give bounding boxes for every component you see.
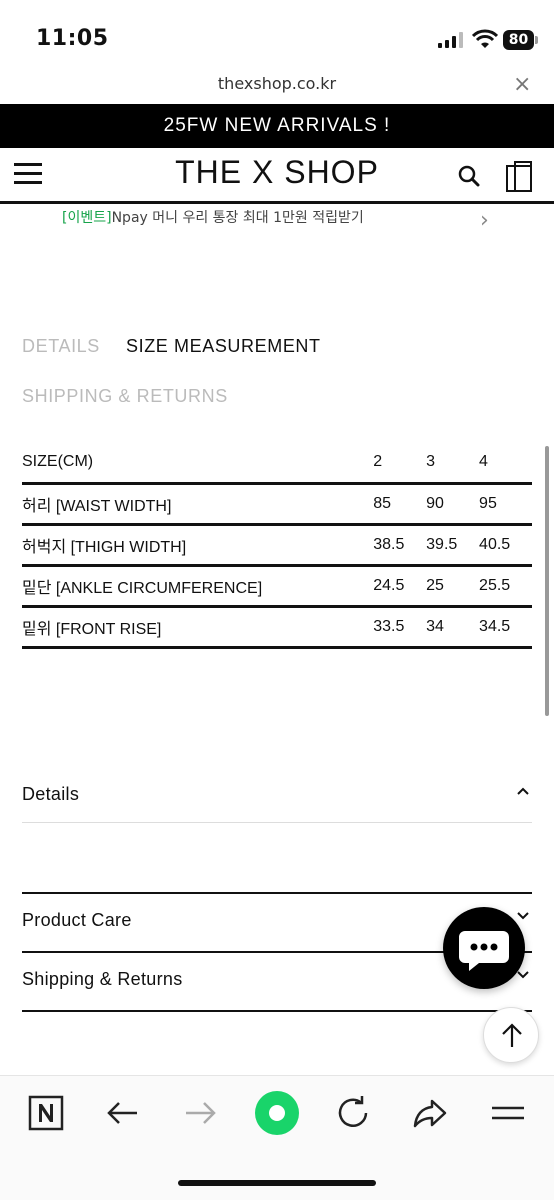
table-cell: 34.5 [479, 604, 532, 649]
table-row: 허벅지 [THIGH WIDTH] 38.5 39.5 40.5 [22, 522, 532, 565]
header-divider [0, 201, 554, 204]
naver-icon[interactable] [26, 1093, 66, 1133]
back-arrow-icon[interactable] [103, 1093, 143, 1133]
forward-arrow-icon[interactable] [180, 1093, 220, 1133]
table-cell: 39.5 [426, 522, 480, 565]
table-row: 허리 [WAIST WIDTH] 85 90 95 [22, 481, 532, 524]
table-cell: 밑위 [FRONT RISE] [22, 604, 374, 649]
shopping-bag-icon[interactable] [505, 160, 533, 192]
table-header-cell: 4 [479, 452, 488, 470]
table-cell: 34 [426, 604, 480, 649]
event-text: Npay 머니 우리 통장 최대 1만원 적립받기 [111, 210, 364, 226]
battery-icon: 80 [503, 30, 538, 50]
table-header-cell: 3 [426, 452, 436, 470]
tab-details[interactable]: DETAILS [22, 336, 100, 357]
accordion-shipping-returns[interactable]: Shipping & Returns [22, 969, 183, 990]
chat-button[interactable] [443, 907, 525, 989]
menu-icon[interactable] [488, 1093, 528, 1133]
table-cell: 25.5 [479, 563, 532, 606]
cellular-signal-icon [438, 32, 463, 48]
table-row: 밑단 [ANKLE CIRCUMFERENCE] 24.5 25 25.5 [22, 563, 532, 606]
tab-size-measurement[interactable]: SIZE MEASUREMENT [126, 336, 321, 357]
table-cell: 밑단 [ANKLE CIRCUMFERENCE] [22, 563, 374, 606]
close-icon[interactable]: × [513, 72, 531, 97]
divider [22, 1010, 532, 1012]
chevron-up-icon[interactable] [515, 783, 531, 799]
table-header-row: SIZE(CM) 2 3 4 [22, 442, 532, 483]
table-cell: 허리 [WAIST WIDTH] [22, 481, 374, 524]
divider [22, 892, 532, 894]
table-cell: 24.5 [373, 563, 427, 606]
table-row: 밑위 [FRONT RISE] 33.5 34 34.5 [22, 604, 532, 649]
tab-shipping-returns[interactable]: SHIPPING & RETURNS [22, 386, 228, 407]
share-icon[interactable] [410, 1093, 450, 1133]
event-tag: [이벤트] [62, 210, 112, 226]
green-dot-icon[interactable] [253, 1089, 301, 1137]
event-banner[interactable]: [이벤트]Npay 머니 우리 통장 최대 1만원 적립받기 [62, 207, 364, 227]
table-header-cell: 2 [373, 452, 383, 470]
chat-bubble-icon [459, 931, 509, 971]
search-icon[interactable] [458, 165, 480, 187]
accordion-details[interactable]: Details [22, 784, 79, 805]
table-cell: 40.5 [479, 522, 532, 565]
table-cell: 90 [426, 481, 480, 524]
table-cell: 25 [426, 563, 480, 606]
table-cell: 85 [373, 481, 427, 524]
status-time: 11:05 [36, 26, 109, 51]
table-cell: 허벅지 [THIGH WIDTH] [22, 522, 374, 565]
table-header-cell: SIZE(CM) [22, 452, 94, 470]
promo-banner[interactable]: 25FW NEW ARRIVALS ! [0, 104, 554, 148]
refresh-icon[interactable] [333, 1093, 373, 1133]
divider [22, 822, 532, 823]
table-cell: 38.5 [373, 522, 427, 565]
wifi-icon [472, 29, 498, 48]
home-indicator [178, 1180, 376, 1186]
chevron-right-icon[interactable]: › [480, 208, 489, 233]
table-cell: 95 [479, 481, 532, 524]
scroll-top-button[interactable] [483, 1007, 539, 1063]
scrollbar[interactable] [545, 446, 549, 716]
battery-level: 80 [503, 30, 534, 50]
accordion-product-care[interactable]: Product Care [22, 910, 132, 931]
table-cell: 33.5 [373, 604, 427, 649]
url-text[interactable]: thexshop.co.kr [0, 74, 554, 93]
arrow-up-icon [502, 1023, 522, 1047]
size-table: SIZE(CM) 2 3 4 허리 [WAIST WIDTH] 85 90 95… [22, 442, 532, 649]
